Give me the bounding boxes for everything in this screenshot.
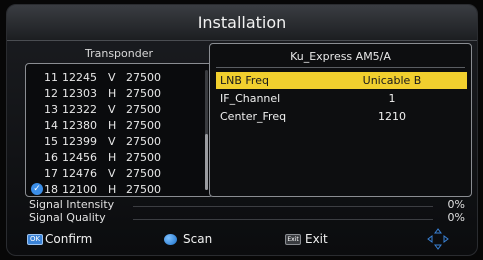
transponder-symbol-rate: 27500 [126,167,161,180]
footer-bar: OK Confirm Scan Exit Exit [7,227,477,255]
transponder-frequency: 12303 [62,87,97,100]
transponder-frequency: 12476 [62,167,97,180]
transponder-symbol-rate: 27500 [126,87,161,100]
transponder-polarization: H [108,151,117,164]
setting-value: Unicable B [362,74,422,87]
transponder-index: 13 [44,103,58,116]
confirm-button[interactable]: Confirm [45,232,92,246]
transponder-symbol-rate: 27500 [126,151,161,164]
transponder-index: 14 [44,119,58,132]
scrollbar-thumb[interactable] [205,134,208,190]
satellite-settings-panel: Ku_Express AM5/A LNB Freq Unicable B IF_… [209,43,472,197]
setting-label: Center_Freq [220,110,287,123]
transponder-symbol-rate: 27500 [126,183,161,196]
transponder-row[interactable]: 14 12380 H 27500 [26,118,202,134]
signal-intensity-label: Signal Intensity [29,198,115,211]
setting-value: 1 [388,92,396,105]
transponder-row-selected[interactable]: ✓ 18 12100 H 27500 [26,182,202,198]
transponder-polarization: V [108,103,116,116]
transponder-polarization: V [108,71,116,84]
transponder-index: 16 [44,151,58,164]
setting-label: IF_Channel [220,92,281,105]
if-channel-setting[interactable]: IF_Channel 1 [216,90,467,107]
transponder-symbol-rate: 27500 [126,119,161,132]
transponder-polarization: H [108,183,117,196]
signal-quality-value: 0% [447,211,465,224]
transponder-symbol-rate: 27500 [126,71,161,84]
transponder-frequency: 12399 [62,135,97,148]
signal-quality-label: Signal Quality [29,211,106,224]
lnb-freq-setting[interactable]: LNB Freq Unicable B [216,72,467,89]
scan-button[interactable]: Scan [183,232,212,246]
satellite-name: Ku_Express AM5/A [290,50,391,63]
transponder-frequency: 12322 [62,103,97,116]
transponder-polarization: H [108,119,117,132]
transponder-row[interactable]: 15 12399 V 27500 [26,134,202,150]
exit-button[interactable]: Exit [305,232,328,246]
transponder-symbol-rate: 27500 [126,135,161,148]
blue-key-icon [164,234,177,245]
divider [216,67,465,68]
transponder-frequency: 12380 [62,119,97,132]
exit-key-icon: Exit [285,234,301,245]
signal-intensity-value: 0% [447,198,465,211]
transponder-row[interactable]: 13 12322 V 27500 [26,102,202,118]
transponder-row[interactable]: 11 12245 V 27500 [26,70,202,86]
transponder-polarization: V [108,167,116,180]
transponder-index: 12 [44,87,58,100]
center-freq-setting[interactable]: Center_Freq 1210 [216,108,467,125]
transponder-polarization: V [108,135,116,148]
page-title: Installation [7,5,477,41]
signal-intensity-bar [133,206,433,207]
transponder-polarization: H [108,87,117,100]
installation-screen: Installation Transponder 11 12245 V 2750… [6,4,478,256]
transponder-row[interactable]: 12 12303 H 27500 [26,86,202,102]
ok-key-icon: OK [27,234,43,245]
transponder-frequency: 12100 [62,183,97,196]
transponder-list[interactable]: 11 12245 V 27500 12 12303 H 27500 13 123… [25,63,213,197]
transponder-index: 18 [44,183,58,196]
transponder-row[interactable]: 17 12476 V 27500 [26,166,202,182]
transponder-index: 15 [44,135,58,148]
transponder-index: 11 [44,71,58,84]
navigation-arrows-icon [427,228,449,250]
transponder-panel-title: Transponder [84,47,154,60]
setting-label: LNB Freq [220,74,269,87]
signal-quality-bar [133,219,433,220]
setting-value: 1210 [378,110,406,123]
transponder-frequency: 12245 [62,71,97,84]
transponder-row[interactable]: 16 12456 H 27500 [26,150,202,166]
transponder-symbol-rate: 27500 [126,103,161,116]
transponder-frequency: 12456 [62,151,97,164]
transponder-index: 17 [44,167,58,180]
